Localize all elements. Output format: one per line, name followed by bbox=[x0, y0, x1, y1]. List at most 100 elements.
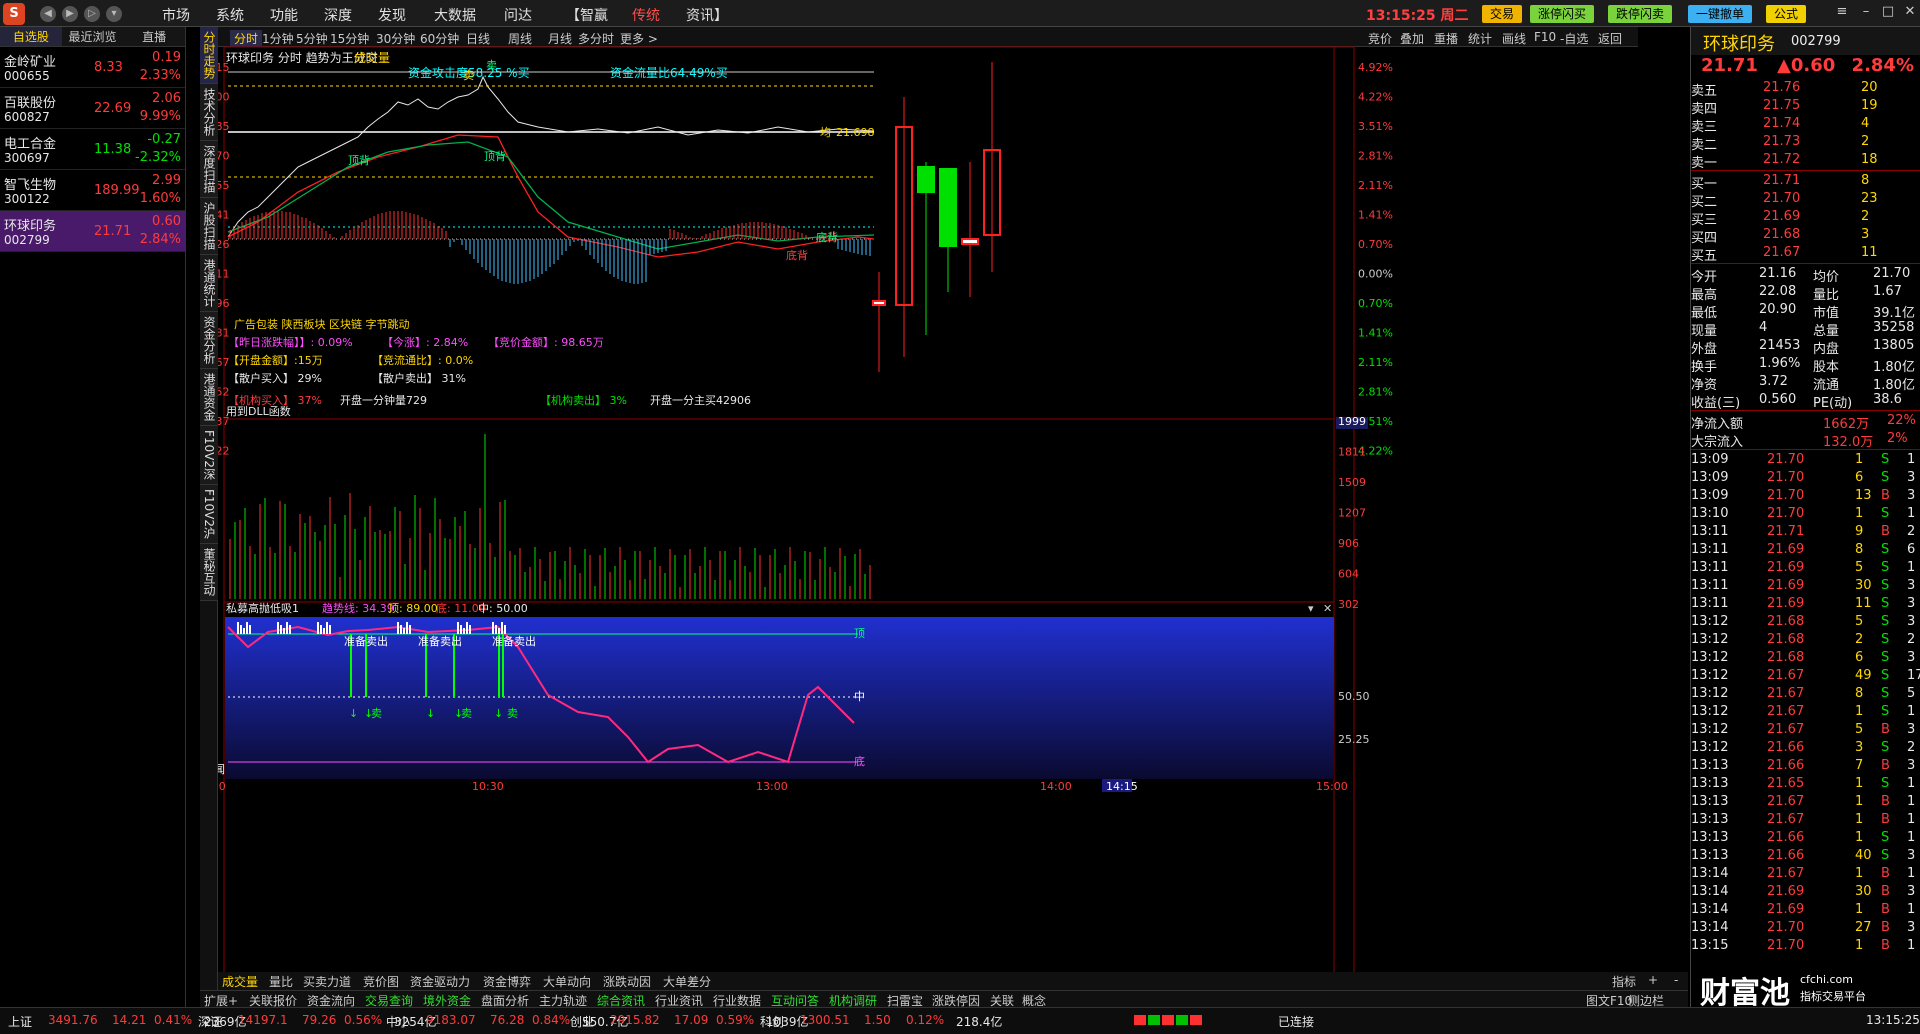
indicator-control[interactable]: + bbox=[1648, 973, 1658, 987]
tick-row[interactable]: 13:15 21.70 1 B 1 bbox=[1691, 937, 1920, 955]
tick-row[interactable]: 13:12 21.68 5 S 3 bbox=[1691, 613, 1920, 631]
tab-recent[interactable]: 最近浏览 bbox=[62, 27, 124, 46]
indicator-control[interactable]: 指标 bbox=[1612, 973, 1636, 990]
tick-row[interactable]: 13:12 21.68 6 S 3 bbox=[1691, 649, 1920, 667]
tab-live[interactable]: 直播 bbox=[123, 27, 185, 46]
ask-row[interactable]: 卖三 21.74 4 bbox=[1691, 115, 1920, 135]
tick-row[interactable]: 13:12 21.67 8 S 5 bbox=[1691, 685, 1920, 703]
tick-row[interactable]: 13:13 21.66 7 B 3 bbox=[1691, 757, 1920, 775]
close-icon[interactable]: ✕ bbox=[1900, 4, 1920, 22]
ask-row[interactable]: 卖四 21.75 19 bbox=[1691, 97, 1920, 117]
side-tab[interactable]: F10V2深 bbox=[200, 426, 218, 486]
tick-row[interactable]: 13:09 21.70 13 B 3 bbox=[1691, 487, 1920, 505]
stat-row[interactable]: 最低 20.90 市值 39.1亿 bbox=[1691, 301, 1920, 321]
watchlist-row[interactable]: 百联股份 600827 22.69 2.06 9.99% bbox=[0, 88, 185, 129]
side-tab[interactable]: 董秘互动 bbox=[200, 544, 218, 602]
tick-row[interactable]: 13:14 21.69 1 B 1 bbox=[1691, 901, 1920, 919]
tick-row[interactable]: 13:11 21.71 9 B 2 bbox=[1691, 523, 1920, 541]
bid-row[interactable]: 买三 21.69 2 bbox=[1691, 208, 1920, 228]
menu-zhiying[interactable]: 【智赢 bbox=[566, 5, 608, 25]
bid-row[interactable]: 买五 21.67 11 bbox=[1691, 244, 1920, 264]
bid-row[interactable]: 买一 21.71 8 bbox=[1691, 172, 1920, 192]
tick-row[interactable]: 13:12 21.67 1 S 1 bbox=[1691, 703, 1920, 721]
menu-market[interactable]: 市场 bbox=[162, 5, 190, 25]
tick-row[interactable]: 13:14 21.69 30 B 3 bbox=[1691, 883, 1920, 901]
stat-row[interactable]: 收益(三) 0.560 PE(动) 38.6 bbox=[1691, 391, 1920, 411]
bid-row[interactable]: 买二 21.70 23 bbox=[1691, 190, 1920, 210]
side-tab[interactable]: 深度扫描 bbox=[200, 141, 218, 198]
stat-row[interactable]: 净资 3.72 流通 1.80亿 bbox=[1691, 373, 1920, 393]
tick-row[interactable]: 13:09 21.70 6 S 3 bbox=[1691, 469, 1920, 487]
cancel-all-button[interactable]: 一键撤单 bbox=[1688, 5, 1753, 23]
stat-row[interactable]: 换手 1.96% 股本 1.80亿 bbox=[1691, 355, 1920, 375]
limit-up-buy-button[interactable]: 涨停闪买 bbox=[1530, 5, 1595, 23]
forward-icon[interactable]: ▶ bbox=[62, 6, 78, 22]
tick-row[interactable]: 13:11 21.69 8 S 6 bbox=[1691, 541, 1920, 559]
indicator-tab[interactable]: 量比 bbox=[269, 973, 293, 990]
menu-system[interactable]: 系统 bbox=[216, 5, 244, 25]
flow-row[interactable]: 净流入额 1662万 22% bbox=[1691, 412, 1920, 432]
menu-bigdata[interactable]: 大数据 bbox=[434, 5, 476, 25]
trade-button[interactable]: 交易 bbox=[1482, 5, 1523, 23]
tick-row[interactable]: 13:14 21.67 1 B 1 bbox=[1691, 865, 1920, 883]
menu-icon[interactable]: ≡ bbox=[1832, 4, 1852, 22]
stat-row[interactable]: 现量 4 总量 35258 bbox=[1691, 319, 1920, 339]
side-tab[interactable]: 沪股扫描 bbox=[200, 198, 218, 255]
back-icon[interactable]: ◀ bbox=[40, 6, 56, 22]
menu-discover[interactable]: 发现 bbox=[378, 5, 406, 25]
tick-row[interactable]: 13:12 21.67 5 B 3 bbox=[1691, 721, 1920, 739]
side-tab[interactable]: 分时走势 bbox=[200, 27, 218, 84]
watchlist-row[interactable]: 环球印务 002799 21.71 0.60 2.84% bbox=[0, 211, 185, 252]
indicator-tab[interactable]: 买卖力道 bbox=[303, 973, 351, 990]
indicator-tab[interactable]: 大单动向 bbox=[543, 973, 591, 990]
menu-function[interactable]: 功能 bbox=[270, 5, 298, 25]
tick-row[interactable]: 13:09 21.70 1 S 1 bbox=[1691, 451, 1920, 469]
side-tab[interactable]: 港通统计 bbox=[200, 255, 218, 312]
tick-row[interactable]: 13:12 21.66 3 S 2 bbox=[1691, 739, 1920, 757]
side-tab[interactable]: 港通资金 bbox=[200, 369, 218, 426]
bid-row[interactable]: 买四 21.68 3 bbox=[1691, 226, 1920, 246]
menu-traditional[interactable]: 传统 bbox=[632, 5, 660, 25]
ask-row[interactable]: 卖二 21.73 2 bbox=[1691, 133, 1920, 153]
stat-row[interactable]: 最高 22.08 量比 1.67 bbox=[1691, 283, 1920, 303]
flow-row[interactable]: 大宗流入 132.0万 2% bbox=[1691, 430, 1920, 450]
play-icon[interactable]: ▷ bbox=[84, 6, 100, 22]
menu-wenda[interactable]: 问达 bbox=[504, 5, 532, 25]
indicator-tab[interactable]: 大单差分 bbox=[663, 973, 711, 990]
tick-row[interactable]: 13:14 21.70 27 B 3 bbox=[1691, 919, 1920, 937]
tab-favorites[interactable]: 自选股 bbox=[0, 27, 62, 46]
indicator-tab[interactable]: 成交量 bbox=[222, 973, 258, 990]
watchlist-row[interactable]: 金岭矿业 000655 8.33 0.19 2.33% bbox=[0, 47, 185, 88]
indicator-tab[interactable]: 竞价图 bbox=[363, 973, 399, 990]
tick-row[interactable]: 13:12 21.67 49 S 17 bbox=[1691, 667, 1920, 685]
side-tab[interactable]: F10V2沪 bbox=[200, 485, 218, 545]
tick-row[interactable]: 13:13 21.67 1 B 1 bbox=[1691, 811, 1920, 829]
tick-row[interactable]: 13:10 21.70 1 S 1 bbox=[1691, 505, 1920, 523]
stat-row[interactable]: 今开 21.16 均价 21.70 bbox=[1691, 265, 1920, 285]
side-tab[interactable]: 资金分析 bbox=[200, 312, 218, 369]
tick-row[interactable]: 13:13 21.66 40 S 3 bbox=[1691, 847, 1920, 865]
menu-depth[interactable]: 深度 bbox=[324, 5, 352, 25]
indicator-control[interactable]: - bbox=[1674, 973, 1678, 987]
dropdown-icon[interactable]: ▾ bbox=[106, 6, 122, 22]
watchlist-row[interactable]: 电工合金 300697 11.38 -0.27 -2.32% bbox=[0, 129, 185, 170]
tick-row[interactable]: 13:13 21.65 1 S 1 bbox=[1691, 775, 1920, 793]
limit-down-sell-button[interactable]: 跌停闪卖 bbox=[1608, 5, 1673, 23]
tick-row[interactable]: 13:11 21.69 30 S 3 bbox=[1691, 577, 1920, 595]
formula-button[interactable]: 公式 bbox=[1766, 5, 1807, 23]
side-tab[interactable]: 技术分析 bbox=[200, 84, 218, 141]
tick-row[interactable]: 13:13 21.66 1 S 1 bbox=[1691, 829, 1920, 847]
minimize-icon[interactable]: – bbox=[1856, 4, 1876, 22]
tick-row[interactable]: 13:13 21.67 1 B 1 bbox=[1691, 793, 1920, 811]
stat-row[interactable]: 外盘 21453 内盘 13805 bbox=[1691, 337, 1920, 357]
indicator-tab[interactable]: 资金驱动力 bbox=[410, 973, 470, 990]
indicator-tab[interactable]: 涨跌动因 bbox=[603, 973, 651, 990]
watchlist-row[interactable]: 智飞生物 300122 189.99 2.99 1.60% bbox=[0, 170, 185, 211]
maximize-icon[interactable]: □ bbox=[1878, 4, 1898, 22]
ask-row[interactable]: 卖一 21.72 18 bbox=[1691, 151, 1920, 171]
intraday-chart[interactable]: 环球印务 分时 趋势为王分时成交量资金攻击度58.25 %买 资金流量比64.49… bbox=[218, 27, 1638, 982]
tick-row[interactable]: 13:12 21.68 2 S 2 bbox=[1691, 631, 1920, 649]
menu-news[interactable]: 资讯】 bbox=[686, 5, 728, 25]
tick-row[interactable]: 13:11 21.69 5 S 1 bbox=[1691, 559, 1920, 577]
ask-row[interactable]: 卖五 21.76 20 bbox=[1691, 79, 1920, 99]
